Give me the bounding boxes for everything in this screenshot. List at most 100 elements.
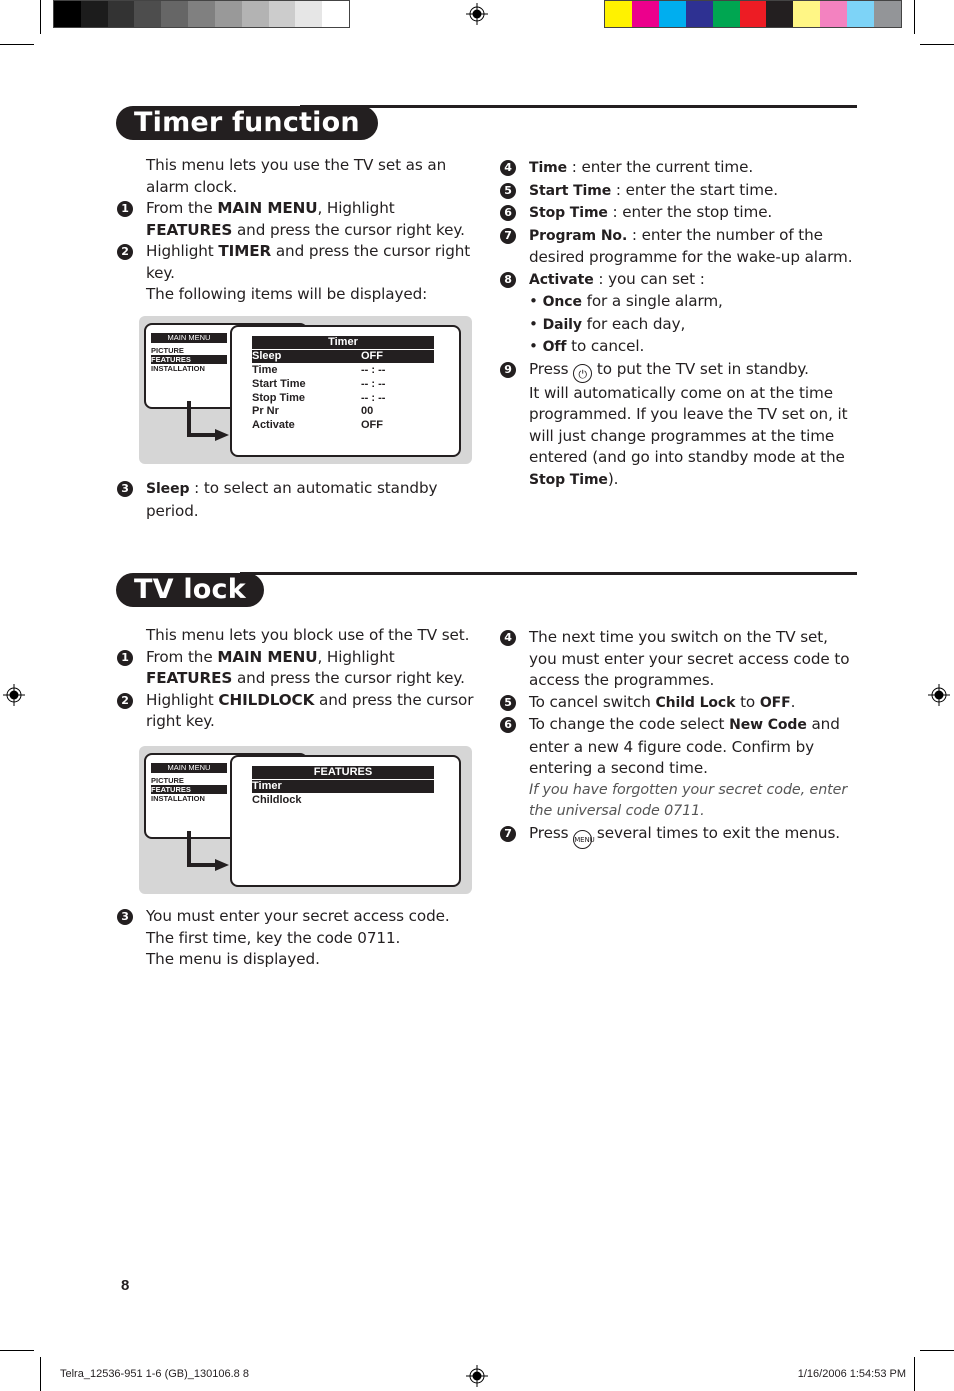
step-number-badge: 3 [117, 909, 133, 925]
submenu-row: Time -- : -- [252, 364, 386, 376]
submenu-row: Activate OFF [252, 419, 383, 431]
step-3: 3 You must enter your secret access code. [117, 906, 477, 928]
color-swatch [241, 1, 269, 27]
activate-option: • Daily for each day, [529, 314, 686, 333]
step-4: 4 The next time you switch on the TV set,… [500, 627, 860, 692]
main-menu-header: MAIN MENU [151, 333, 227, 343]
features-submenu-panel: FEATURES Timer Childlock [230, 755, 461, 887]
step-9: 9 Press ⏻ to put the TV set in standby. [500, 359, 860, 383]
step-number-badge: 9 [500, 361, 516, 378]
submenu-row: Childlock [252, 794, 302, 806]
step-number-badge: 6 [500, 717, 516, 733]
step-number-badge: 7 [500, 227, 516, 244]
main-menu-item: INSTALLATION [151, 364, 205, 373]
color-swatch [739, 1, 767, 27]
tvlock-right-column: 4 The next time you switch on the TV set,… [500, 627, 860, 849]
main-menu-item-selected: FEATURES [151, 785, 227, 794]
step-5: 5 To cancel switch Child Lock to OFF. [500, 692, 860, 715]
main-menu-item: INSTALLATION [151, 794, 205, 803]
section-title-timer: Timer function [116, 106, 378, 140]
timer-left-column: This menu lets you use the TV set as an … [117, 155, 477, 306]
color-calibration-bar [604, 0, 902, 28]
arrow-connector [187, 863, 217, 867]
step-5: 5 Start Time : enter the start time. [500, 180, 860, 203]
submenu-row-selected: Sleep OFF [252, 350, 434, 363]
color-swatch [766, 1, 794, 27]
step-number-badge: 1 [117, 649, 133, 666]
color-swatch [605, 1, 632, 27]
submenu-title: Timer [252, 336, 434, 349]
step-number-badge: 2 [117, 692, 133, 709]
crop-mark [0, 1350, 34, 1351]
timer-step-3: 3 Sleep : to select an automatic standby … [117, 478, 477, 522]
color-swatch [188, 1, 215, 27]
features-menu-illustration: MAIN MENU PICTURE FEATURES INSTALLATION … [139, 746, 472, 894]
step-number-badge: 1 [117, 201, 133, 217]
registration-mark-icon [3, 684, 25, 706]
crop-mark [914, 0, 915, 34]
step-2: 2 Highlight TIMER and press the cursor ri… [117, 241, 477, 284]
color-swatch [847, 1, 875, 27]
color-swatch [874, 1, 901, 27]
step-number-badge: 7 [500, 825, 516, 842]
tvlock-left-column: This menu lets you block use of the TV s… [117, 625, 477, 733]
color-swatch [107, 1, 135, 27]
activate-option: • Once for a single alarm, [529, 292, 723, 310]
step-7: 7 Press MENU several times to exit the me… [500, 823, 860, 849]
step-number-badge: 8 [500, 271, 516, 288]
power-standby-icon: ⏻ [573, 363, 593, 383]
section-title-tvlock: TV lock [116, 573, 264, 607]
page-number: 8 [121, 1277, 130, 1294]
main-menu-item: PICTURE [151, 776, 184, 785]
registration-mark-icon [928, 684, 950, 706]
arrow-right-icon [215, 859, 229, 871]
crop-mark [0, 44, 34, 45]
step-6: 6 Stop Time : enter the stop time. [500, 202, 860, 225]
crop-mark [920, 1350, 954, 1351]
color-swatch [658, 1, 686, 27]
step-number-badge: 2 [117, 244, 133, 260]
color-swatch [685, 1, 713, 27]
color-swatch [322, 1, 349, 27]
color-swatch [134, 1, 162, 27]
forgotten-code-note: If you have forgotten your secret code, … [529, 781, 848, 820]
section-rule [300, 105, 857, 108]
color-swatch [161, 1, 189, 27]
step-6: 6 To change the code select New Code and … [500, 714, 860, 780]
main-menu-item: PICTURE [151, 346, 184, 355]
color-swatch [820, 1, 848, 27]
main-menu-item-selected: FEATURES [151, 355, 227, 364]
step-7: 7 Program No. : enter the number of the d… [500, 225, 860, 269]
color-swatch [54, 1, 81, 27]
submenu-row-selected: Timer [252, 780, 434, 793]
activate-option: • Off to cancel. [529, 337, 645, 355]
step-9-continuation: It will automatically come on at the tim… [529, 383, 848, 488]
step-4: 4 Time : enter the current time. [500, 157, 860, 180]
submenu-title: FEATURES [252, 766, 434, 779]
step-number-badge: 5 [500, 182, 516, 199]
intro-text: This menu lets you block use of the TV s… [146, 626, 470, 644]
submenu-row: Stop Time -- : -- [252, 392, 386, 404]
color-swatch [295, 1, 323, 27]
registration-mark-icon [466, 3, 488, 25]
crop-mark [914, 1357, 915, 1391]
color-swatch [214, 1, 242, 27]
step-number-badge: 5 [500, 694, 516, 711]
following-text: The following items will be displayed: [146, 285, 428, 303]
intro-text: This menu lets you use the TV set as an … [146, 156, 447, 196]
step-3: 3 Sleep : to select an automatic standby … [117, 478, 477, 522]
step-2: 2 Highlight CHILDLOCK and press the curso… [117, 690, 477, 733]
color-swatch [268, 1, 296, 27]
print-slug-timestamp: 1/16/2006 1:54:53 PM [797, 1368, 906, 1380]
timer-menu-illustration: MAIN MENU PICTURE FEATURES INSTALLATION … [139, 316, 472, 464]
print-slug-filename: Telra_12536-951 1-6 (GB)_130106.8 8 [60, 1368, 249, 1380]
color-swatch [631, 1, 659, 27]
step-8: 8 Activate : you can set : [500, 269, 860, 292]
grayscale-calibration-bar [53, 0, 350, 28]
color-swatch [712, 1, 740, 27]
arrow-connector [187, 433, 217, 437]
crop-mark [920, 44, 954, 45]
timer-right-column: 4 Time : enter the current time. 5 Start T… [500, 157, 860, 491]
menu-button-icon: MENU [573, 829, 595, 849]
section-rule [240, 572, 857, 575]
